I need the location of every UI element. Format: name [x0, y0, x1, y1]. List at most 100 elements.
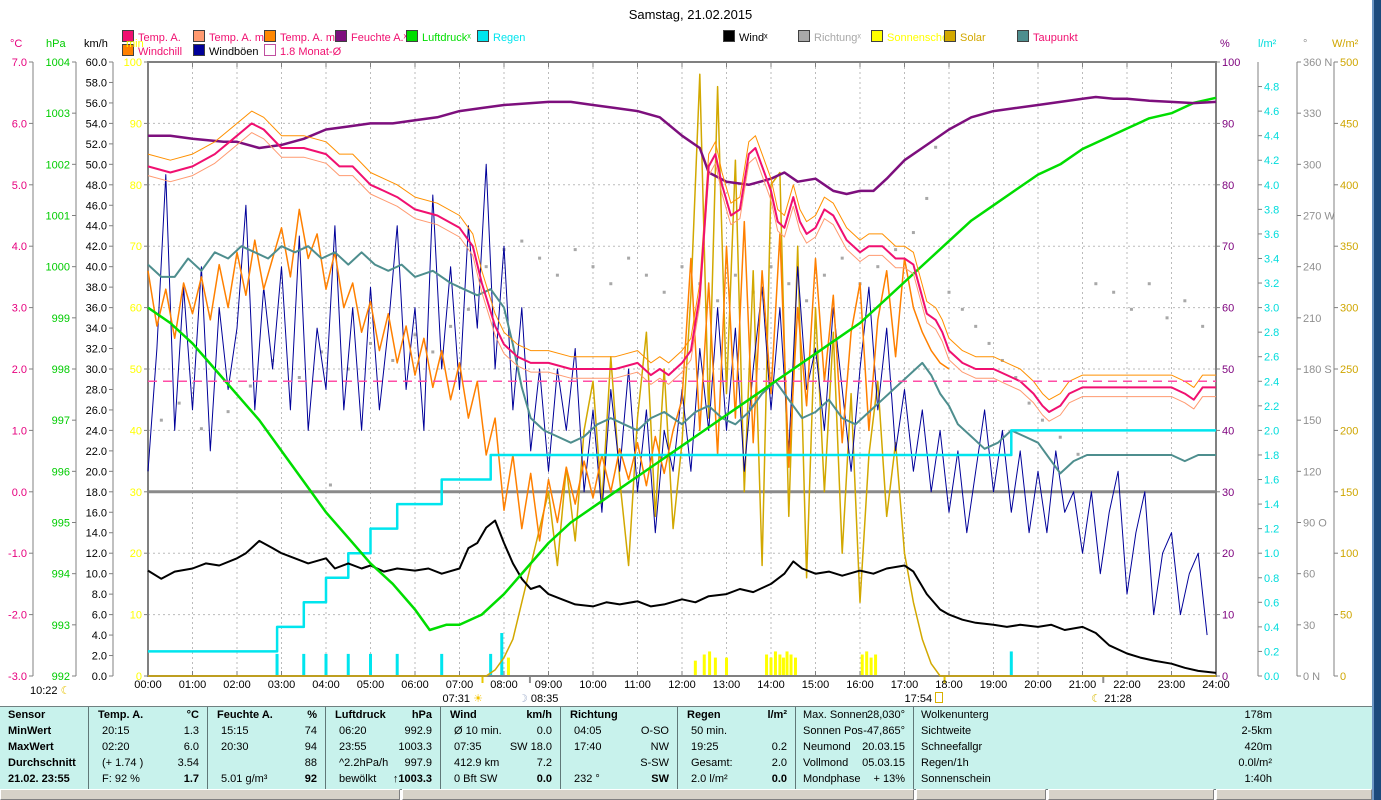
table-divider [677, 707, 678, 789]
series-richtung-dot [911, 231, 915, 235]
legend-item-luftdruck-[interactable]: Luftdruckˣ [406, 30, 471, 44]
axis-tick-label: 2.0 [12, 364, 27, 376]
axis-tick-label: 6.0 [12, 118, 27, 130]
legend-item-wind-[interactable]: Windˣ [723, 30, 768, 44]
axis-tick-label: 0.8 [1264, 573, 1279, 585]
axis-tick-label: 100 [124, 57, 142, 69]
time-marker-2128: ☾ 21:28 [1091, 693, 1132, 705]
summary-table: Sensor MinWert MaxWert Durchschnitt 21.02. 2… [0, 706, 1372, 790]
series-richtung-dot [769, 265, 773, 269]
table-info-value: 178m [1244, 709, 1272, 721]
table-cell-label: 04:05 [574, 725, 602, 737]
legend-item-regen[interactable]: Regen [477, 30, 525, 44]
time-marker-1754: 17:54 [905, 692, 944, 705]
axis-tick-label: 50.0 [86, 159, 107, 171]
series-richtung-dot [555, 273, 559, 277]
table-cell-label: 17:40 [574, 741, 602, 753]
x-axis-labels: 00:00 01:00 02:00 03:00 04:00 05:00 06:00 07:00… [0, 679, 1381, 693]
table-info-label: Schneefallgr [921, 741, 983, 753]
axis-tick-label: 46.0 [86, 200, 107, 212]
legend-item-taupunkt[interactable]: Taupunkt [1017, 30, 1078, 44]
axis-tick-label: 8.0 [92, 589, 107, 601]
axis-tick-label: 0.4 [1264, 622, 1279, 634]
table-cell-value: 992.9 [404, 725, 432, 737]
series-richtung-dot [226, 410, 230, 414]
legend-item-feuchte-a-[interactable]: Feuchte A.ˣ [335, 30, 407, 44]
table-cell-value: 3.54 [177, 757, 199, 769]
table-info-value: 28,030° [866, 709, 905, 721]
legend-swatch [264, 30, 276, 42]
table-cell-label: 20:30 [221, 741, 249, 753]
series-richtung-dot [662, 290, 666, 294]
legend-item-temp-a-min[interactable]: Temp. A. min [193, 30, 273, 44]
time-marker-0835: ☽ 08:35 [517, 693, 559, 705]
series-richtung-dot [1058, 435, 1062, 439]
series-richtung-dot [573, 248, 577, 252]
series-richtung-dot [199, 427, 203, 431]
axis-tick-label: 56.0 [86, 98, 107, 110]
series-richtung-dot [1040, 418, 1044, 422]
table-cell-value: SW [651, 773, 669, 785]
legend-item-solar[interactable]: Solar [944, 30, 986, 44]
axis-tick-label: -2.0 [8, 610, 27, 622]
axis-tick-label: 995 [52, 518, 70, 530]
x-tick-label: 09:00 [534, 679, 563, 691]
axis-tick-label: 0.6 [1264, 597, 1279, 609]
axis-tick-label: 330 [1303, 108, 1321, 120]
legend-item-richtung-[interactable]: Richtungˣ [798, 30, 861, 44]
axis-tick-label: 44.0 [86, 221, 107, 233]
axis-tick-label: 450 [1340, 118, 1358, 130]
table-col-title: Temp. A. [98, 709, 144, 721]
legend-swatch [193, 30, 205, 42]
series-richtung-dot [413, 333, 417, 337]
legend-swatch [264, 44, 276, 56]
table-cell-value: 88 [304, 757, 317, 769]
axis-tick-label: 1.4 [1264, 499, 1279, 511]
axis-tick-label: 40 [130, 425, 142, 437]
legend-item-1-8-monat-[interactable]: 1.8 Monat-Ø [264, 44, 341, 58]
axis-tick-label: 10 [130, 610, 142, 622]
legend-label: Windˣ [739, 32, 768, 44]
axis-tick-label: 60.0 [86, 57, 107, 69]
series-richtung-dot [609, 282, 613, 286]
axis-tick-label: 993 [52, 620, 70, 632]
table-row-header: MaxWert [8, 741, 54, 753]
axis-tick-label: 150 [1303, 415, 1321, 427]
x-tick-label: 17:00 [890, 679, 919, 691]
series-richtung-dot [934, 145, 938, 149]
axis-tick-label: 30 [130, 487, 142, 499]
table-info-value: 05.03.15 [862, 757, 905, 769]
legend-item-windb-en[interactable]: Windböen [193, 44, 259, 58]
table-cell-label: Ø 10 min. [454, 725, 502, 737]
table-col-title: Regen [687, 709, 721, 721]
status-segment [1216, 789, 1372, 800]
table-col-unit: km/h [526, 709, 552, 721]
axis-tick-label: 999 [52, 313, 70, 325]
axis-unit-deg: ° [1303, 38, 1308, 50]
axis-tick-label: 3.0 [12, 303, 27, 315]
table-cell-value: SW 18.0 [509, 741, 552, 753]
axis-tick-label: 997 [52, 415, 70, 427]
axis-tick-label: 998 [52, 364, 70, 376]
table-row-header: Sensor [8, 709, 46, 721]
series-richtung-dot [1129, 307, 1133, 311]
axis-tick-label: 80 [130, 180, 142, 192]
series-richtung-dot [591, 265, 595, 269]
table-cell-label: 20:15 [102, 725, 130, 737]
legend-label: Temp. A. [138, 32, 181, 44]
axis-tick-label: 250 [1340, 364, 1358, 376]
axis-tick-label: 240 [1303, 262, 1321, 274]
axis-tick-label: 30 [1222, 487, 1234, 499]
table-cell-value: 997.9 [404, 757, 432, 769]
legend-label: Taupunkt [1033, 32, 1078, 44]
axis-tick-label: 60 [1222, 303, 1234, 315]
axis-tick-label: 20 [130, 548, 142, 560]
series-windboen [147, 163, 1208, 636]
legend-swatch [477, 30, 489, 42]
table-info-label: Sonnenschein [921, 773, 991, 785]
table-cell-value: 0.0 [536, 725, 552, 737]
series-richtung-dot [391, 358, 395, 362]
table-info-label: Regen/1h [921, 757, 969, 769]
x-tick-label: 12:00 [668, 679, 696, 691]
axis-tick-label: 210 [1303, 313, 1321, 325]
